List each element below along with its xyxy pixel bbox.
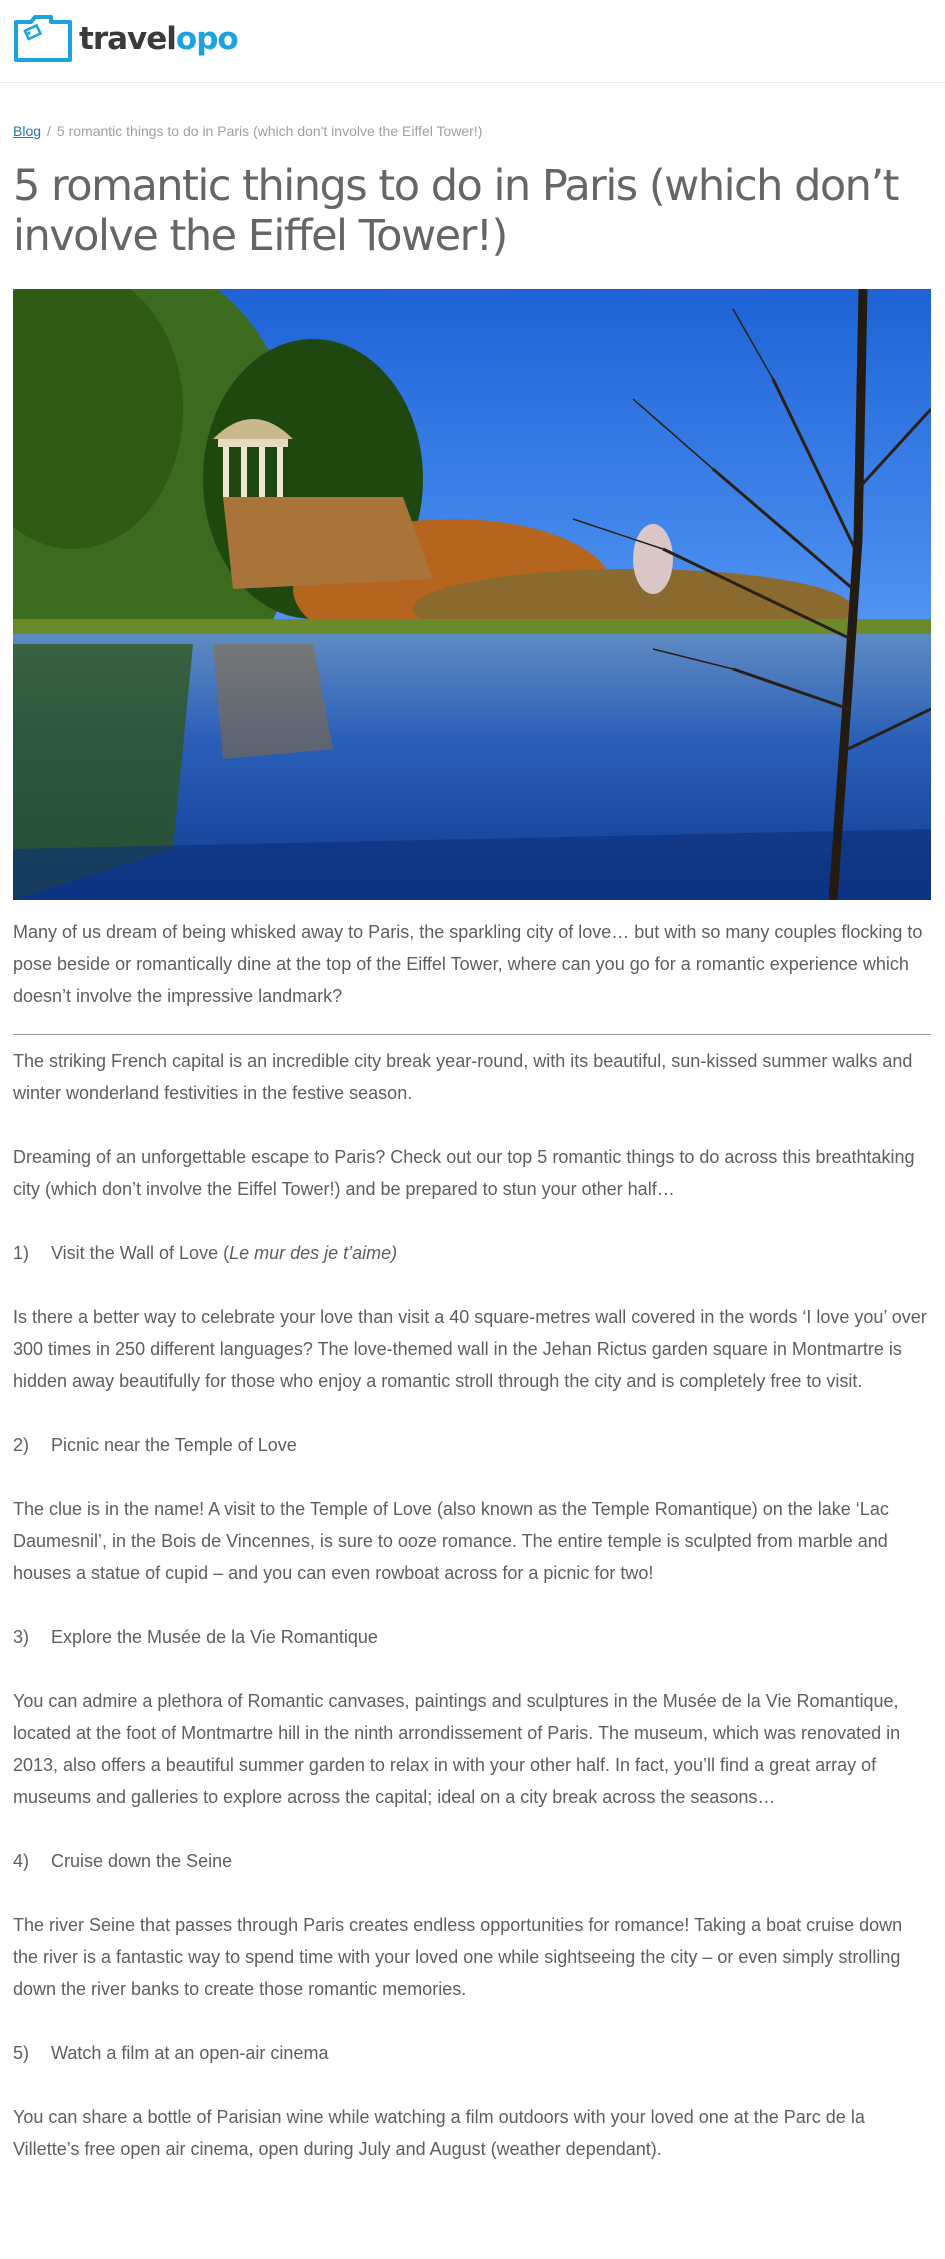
article-body: Many of us dream of being whisked away t… [13, 916, 931, 2165]
logo-text-part2: opo [175, 21, 239, 57]
item-number: 3) [13, 1627, 30, 1647]
site-header: travelopo [0, 0, 945, 83]
item-body: Is there a better way to celebrate your … [13, 1307, 927, 1391]
main-content: Blog / 5 romantic things to do in Paris (w… [0, 123, 945, 2165]
item-body: The clue is in the name! A visit to the … [13, 1499, 889, 1583]
item-number: 2) [13, 1435, 30, 1455]
item-number: 1) [13, 1243, 30, 1263]
item-heading: 2) Picnic near the Temple of Love [13, 1429, 931, 1461]
item-heading: 1) Visit the Wall of Love (Le mur des je … [13, 1237, 931, 1269]
divider [13, 1034, 931, 1035]
hero-image [13, 289, 931, 900]
logo-text: travelopo [79, 21, 239, 57]
breadcrumb: Blog / 5 romantic things to do in Paris (w… [13, 123, 931, 139]
item-title: Picnic near the Temple of Love [51, 1435, 297, 1455]
item-title: Visit the Wall of Love (Le mur des je t’… [51, 1243, 398, 1263]
page-title: 5 romantic things to do in Paris (which … [13, 161, 899, 261]
item-body: The river Seine that passes through Pari… [13, 1915, 903, 1999]
item-body: You can admire a plethora of Romantic ca… [13, 1691, 901, 1807]
logo-text-part1: travel [79, 21, 177, 57]
item-number: 4) [13, 1851, 30, 1871]
item-title: Cruise down the Seine [51, 1851, 233, 1871]
breadcrumb-current: 5 romantic things to do in Paris (which … [56, 123, 483, 139]
item-title: Watch a film at an open-air cinema [51, 2043, 329, 2063]
item-body: You can share a bottle of Parisian wine … [13, 2107, 865, 2159]
intro-paragraph: Many of us dream of being whisked away t… [13, 922, 923, 1006]
item-heading: 5) Watch a film at an open-air cinema [13, 2037, 931, 2069]
folder-tag-icon [14, 15, 72, 62]
paragraph: The striking French capital is an incred… [13, 1051, 913, 1103]
breadcrumb-separator: / [47, 123, 51, 139]
item-number: 5) [13, 2043, 30, 2063]
item-heading: 4) Cruise down the Seine [13, 1845, 931, 1877]
item-title: Explore the Musée de la Vie Romantique [51, 1627, 378, 1647]
item-heading: 3) Explore the Musée de la Vie Romantique [13, 1621, 931, 1653]
site-logo[interactable]: travelopo [13, 14, 239, 64]
paragraph: Dreaming of an unforgettable escape to P… [13, 1147, 915, 1199]
breadcrumb-blog-link[interactable]: Blog [13, 123, 41, 139]
